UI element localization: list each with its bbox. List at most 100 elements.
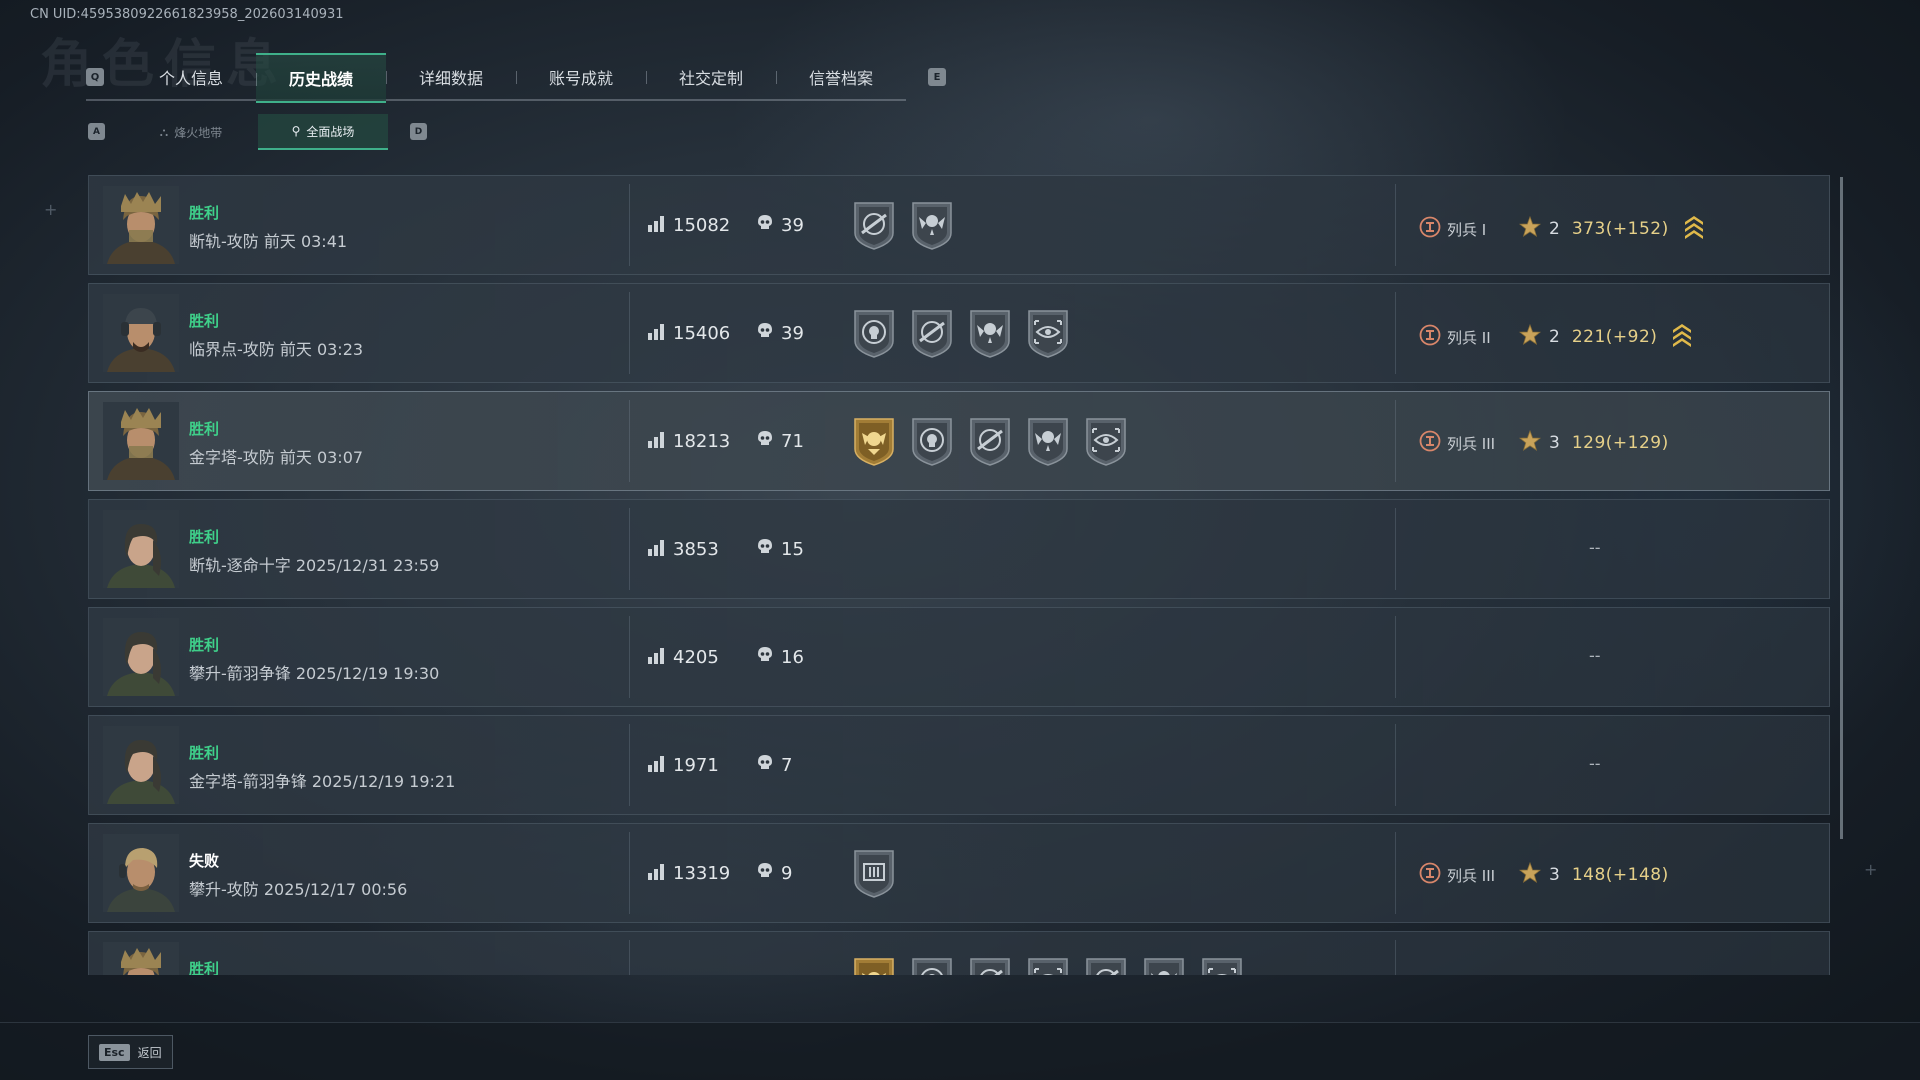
match-map-mode-time: 断轨-逐命十字 2025/12/31 23:59	[189, 556, 440, 575]
row-divider	[1395, 724, 1396, 806]
tab-label: 历史战绩	[288, 70, 353, 89]
star-icon	[1518, 861, 1549, 888]
match-row[interactable]: 胜利 断轨-攻防 前天 03:41 15082 39 列兵 I 2 373(+152)	[88, 175, 1830, 275]
mode-tab-bar: A ⛬ 烽火地带 ⚲ 全面战场 D	[86, 114, 436, 150]
medal-list	[851, 955, 1245, 975]
rank-level: 3	[1549, 865, 1560, 885]
kills-value: 7	[781, 755, 793, 776]
crosshair-rifle-medal-icon[interactable]	[909, 307, 955, 363]
row-divider	[1395, 832, 1396, 914]
match-row[interactable]: 失败 攀升-攻防 2025/12/17 00:56 13319 9 列兵 III 3 148…	[88, 823, 1830, 923]
skull-target-medal-icon[interactable]	[851, 307, 897, 363]
rank-level: 2	[1549, 219, 1560, 239]
skull-target-medal-icon[interactable]	[909, 415, 955, 471]
back-label: 返回	[137, 1045, 162, 1060]
match-result: 胜利	[189, 204, 220, 222]
supply-box-medal-icon[interactable]	[851, 847, 897, 903]
subtab-prev-key[interactable]: A	[88, 123, 105, 140]
gold-crest-medal-icon[interactable]	[851, 955, 897, 975]
tab-2[interactable]: 详细数据	[386, 53, 516, 101]
subtab-full-battlefield[interactable]: ⚲ 全面战场	[258, 114, 388, 150]
kills-value: 71	[781, 431, 804, 452]
skull-wings-medal-icon[interactable]	[967, 307, 1013, 363]
medal-list	[851, 199, 955, 255]
row-divider	[1395, 292, 1396, 374]
match-result: 胜利	[189, 528, 220, 546]
tab-prev-key[interactable]: Q	[86, 68, 104, 86]
match-row[interactable]: 胜利 金字塔-攻防 前天 03:07 18213 71 列兵 III 3 129(+129)	[88, 391, 1830, 491]
score-value: 15082	[673, 215, 731, 236]
match-row[interactable]: 胜利 金字塔-箭羽争锋 2025/12/19 19:21 1971 7 --	[88, 715, 1830, 815]
gold-crest-medal-icon[interactable]	[851, 415, 897, 471]
main-tab-bar: Q 个人信息 历史战绩 详细数据 账号成就 社交定制 信誉档案 E	[86, 53, 946, 103]
tab-0[interactable]: 个人信息	[126, 53, 256, 101]
skull-wings-medal-icon[interactable]	[1025, 415, 1071, 471]
back-button[interactable]: Esc 返回	[88, 1035, 173, 1069]
subtab-label: 烽火地带	[174, 125, 223, 140]
decor-crosshair: +	[1864, 860, 1878, 879]
skull-wings-medal-icon[interactable]	[1141, 955, 1187, 975]
row-divider	[1395, 940, 1396, 975]
subtab-extraction-zone[interactable]: ⛬ 烽火地带	[126, 114, 256, 150]
rank-level: 2	[1549, 327, 1560, 347]
scrollbar[interactable]	[1840, 177, 1843, 839]
skull-wings-medal-icon[interactable]	[909, 199, 955, 255]
medal-list	[851, 307, 1071, 363]
eye-target-medal-icon[interactable]	[1199, 955, 1245, 975]
match-row[interactable]: 胜利 临界点-攻防 前天 03:23 15406 39 列兵 II 2 221(+92)	[88, 283, 1830, 383]
rank-insignia-icon	[1419, 862, 1447, 888]
tab-3[interactable]: 账号成就	[516, 53, 646, 101]
match-row[interactable]: 胜利 攀升-箭羽争锋 2025/12/19 19:30 4205 16 --	[88, 607, 1830, 707]
rank-insignia-icon	[1419, 216, 1447, 242]
skull-icon	[757, 754, 773, 777]
rank-points: 373(+152)	[1571, 219, 1669, 239]
score-stat: 3853	[647, 538, 719, 561]
tab-label: 详细数据	[418, 69, 483, 88]
match-history-list[interactable]: 胜利 断轨-攻防 前天 03:41 15082 39 列兵 I 2 373(+152) 胜利临…	[88, 175, 1830, 975]
eye-target-medal-icon[interactable]	[1083, 415, 1129, 471]
crosshair-rifle-medal-icon[interactable]	[1083, 955, 1129, 975]
player-avatar	[103, 618, 179, 696]
crosshair-rifle-medal-icon[interactable]	[967, 415, 1013, 471]
player-avatar	[103, 834, 179, 912]
tab-5[interactable]: 信誉档案	[776, 53, 906, 101]
kills-stat: 16	[757, 646, 804, 669]
skull-icon	[757, 862, 773, 885]
row-divider	[629, 832, 630, 914]
row-divider	[629, 724, 630, 806]
player-avatar	[103, 726, 179, 804]
match-map-mode-time: 金字塔-攻防 前天 03:07	[189, 448, 364, 467]
eye-target-medal-icon[interactable]	[1025, 955, 1071, 975]
score-bars-icon	[647, 862, 665, 885]
rank-progress: 列兵 II 2 221(+92)	[1419, 322, 1693, 352]
score-bars-icon	[647, 646, 665, 669]
match-result: 胜利	[189, 960, 220, 975]
rank-points: 221(+92)	[1571, 327, 1658, 347]
match-row[interactable]: 胜利	[88, 931, 1830, 975]
score-value: 18213	[673, 431, 731, 452]
tab-next-key[interactable]: E	[928, 68, 946, 86]
tab-1[interactable]: 历史战绩	[256, 53, 386, 103]
medal-list	[851, 847, 897, 903]
match-map-mode-time: 断轨-攻防 前天 03:41	[189, 232, 348, 251]
crosshair-rifle-medal-icon[interactable]	[967, 955, 1013, 975]
player-avatar	[103, 942, 179, 975]
row-divider	[629, 400, 630, 482]
eye-target-medal-icon[interactable]	[1025, 307, 1071, 363]
tab-4[interactable]: 社交定制	[646, 53, 776, 101]
subtab-next-key[interactable]: D	[410, 123, 427, 140]
skull-target-medal-icon[interactable]	[909, 955, 955, 975]
match-result: 胜利	[189, 744, 220, 762]
crosshair-rifle-medal-icon[interactable]	[851, 199, 897, 255]
rank-level: 3	[1549, 433, 1560, 453]
kills-value: 9	[781, 863, 793, 884]
skull-icon	[757, 538, 773, 561]
row-divider	[1395, 616, 1396, 698]
match-row[interactable]: 胜利 断轨-逐命十字 2025/12/31 23:59 3853 15 --	[88, 499, 1830, 599]
rank-progress: 列兵 III 3 129(+129)	[1419, 429, 1669, 456]
rank-empty: --	[1589, 754, 1601, 773]
star-icon	[1518, 323, 1549, 350]
score-value: 3853	[673, 539, 719, 560]
promotion-chevron-icon	[1669, 214, 1705, 244]
rank-name: 列兵 II	[1447, 328, 1491, 347]
